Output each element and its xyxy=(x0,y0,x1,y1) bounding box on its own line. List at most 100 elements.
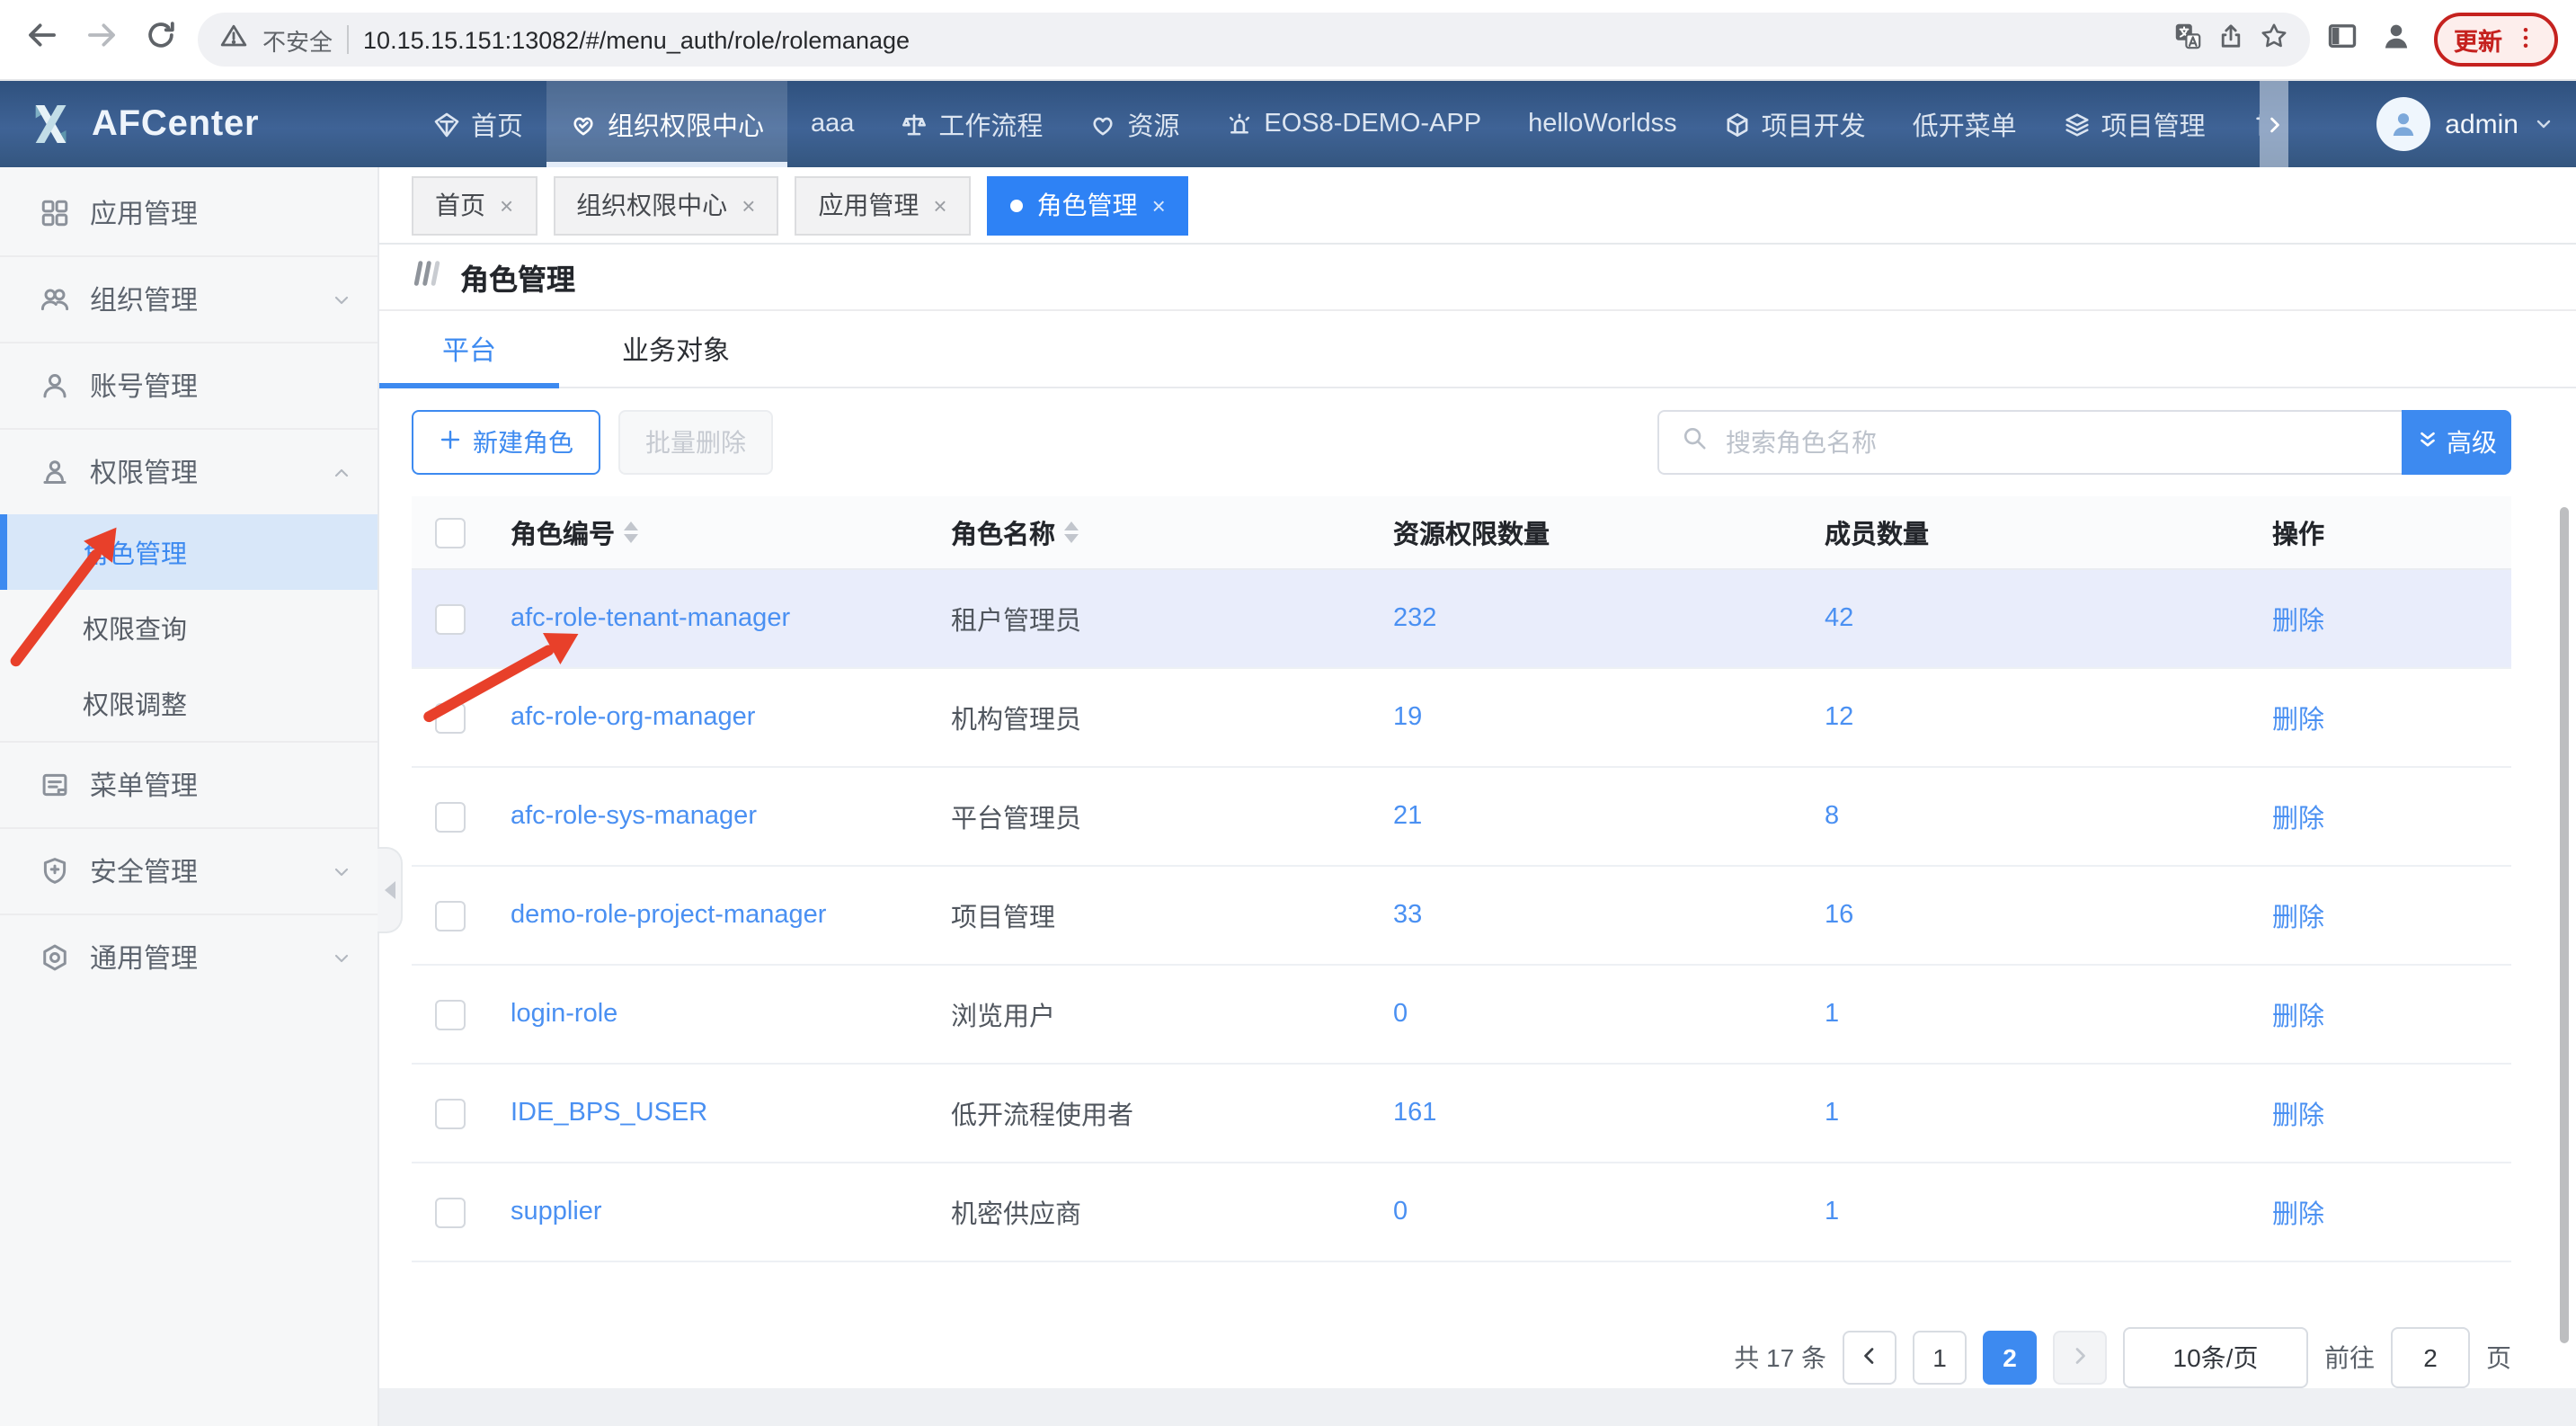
sidebar-item-security-manage[interactable]: 安全管理 xyxy=(0,829,378,914)
tab-home[interactable]: 首页× xyxy=(412,175,537,235)
sidebar-item-org-manage[interactable]: 组织管理 xyxy=(0,257,378,342)
brand[interactable]: AFCenter xyxy=(25,81,259,167)
resource-permission-count-link[interactable]: 161 xyxy=(1393,1099,1436,1127)
header-cell-role-code[interactable]: 角色编号 xyxy=(511,513,951,551)
resource-permission-count-link[interactable]: 21 xyxy=(1393,802,1422,831)
user-menu[interactable]: admin xyxy=(2376,81,2554,167)
row-checkbox[interactable] xyxy=(435,1098,466,1128)
row-checkbox[interactable] xyxy=(435,999,466,1029)
page-button-2[interactable]: 2 xyxy=(1983,1331,2037,1385)
view-tab-business-object[interactable]: 业务对象 xyxy=(559,311,793,387)
delete-link[interactable]: 删除 xyxy=(2272,995,2324,1033)
role-code-link[interactable]: IDE_BPS_USER xyxy=(511,1099,707,1127)
tab-org-auth-center[interactable]: 组织权限中心× xyxy=(553,175,778,235)
next-page-button[interactable] xyxy=(2053,1331,2107,1385)
delete-link[interactable]: 删除 xyxy=(2272,798,2324,835)
member-count-link[interactable]: 16 xyxy=(1825,901,1853,930)
sidebar-item-general-manage[interactable]: 通用管理 xyxy=(0,915,378,1000)
resource-permission-count-link[interactable]: 19 xyxy=(1393,703,1422,732)
role-code-link[interactable]: afc-role-org-manager xyxy=(511,703,755,732)
browser-update-button[interactable]: 更新 xyxy=(2434,13,2558,67)
row-checkbox[interactable] xyxy=(435,801,466,832)
nav-item-aaa[interactable]: aaa xyxy=(787,81,877,167)
sidebar-item-app-manage[interactable]: 应用管理 xyxy=(0,171,378,255)
back-arrow-icon[interactable] xyxy=(25,18,59,61)
member-count-link[interactable]: 1 xyxy=(1825,1000,1839,1029)
role-name-text: 低开流程使用者 xyxy=(951,1094,1133,1132)
resource-permission-count-link[interactable]: 0 xyxy=(1393,1000,1408,1029)
sort-carets-icon[interactable] xyxy=(624,521,638,543)
member-count-link[interactable]: 1 xyxy=(1825,1099,1839,1127)
url-text[interactable]: 10.15.15.151:13082/#/menu_auth/role/role… xyxy=(363,26,2159,53)
member-count-link[interactable]: 42 xyxy=(1825,604,1853,633)
batch-delete-button[interactable]: 批量删除 xyxy=(618,410,773,475)
nav-item-eos8-demo-app[interactable]: EOS8-DEMO-APP xyxy=(1203,81,1505,167)
tab-app-manage[interactable]: 应用管理 × xyxy=(795,175,970,235)
role-code-link[interactable]: demo-role-project-manager xyxy=(511,901,826,930)
nav-item-label: 项目开发 xyxy=(1762,105,1866,143)
tab-close-icon[interactable]: × xyxy=(933,192,946,218)
member-count-link[interactable]: 1 xyxy=(1825,1198,1839,1226)
tab-label: 应用管理 xyxy=(818,187,919,223)
view-tab-platform[interactable]: 平台 xyxy=(379,311,559,387)
row-checkbox[interactable] xyxy=(435,900,466,931)
member-count-link[interactable]: 8 xyxy=(1825,802,1839,831)
tab-close-icon[interactable]: × xyxy=(742,192,755,218)
row-checkbox[interactable] xyxy=(435,1197,466,1227)
page-scrollbar-thumb[interactable] xyxy=(2560,507,2569,1343)
sidebar-item-permission-manage[interactable]: 权限管理 xyxy=(0,430,378,514)
nav-item-project-manage[interactable]: 项目管理 xyxy=(2040,81,2229,167)
resource-permission-count-link[interactable]: 0 xyxy=(1393,1198,1408,1226)
new-role-button[interactable]: 新建角色 xyxy=(412,410,600,475)
member-count-link[interactable]: 12 xyxy=(1825,703,1853,732)
share-icon[interactable] xyxy=(2216,21,2245,58)
page-button-1[interactable]: 1 xyxy=(1913,1331,1967,1385)
sidebar-item-account-manage[interactable]: 账号管理 xyxy=(0,343,378,428)
nav-item-org-auth-center[interactable]: 组织权限中心 xyxy=(546,81,787,167)
delete-link[interactable]: 删除 xyxy=(2272,600,2324,637)
security-warning-icon[interactable] xyxy=(219,21,248,58)
nav-item-home[interactable]: 首页 xyxy=(410,81,546,167)
select-all-checkbox[interactable] xyxy=(435,517,466,548)
search-input[interactable] xyxy=(1722,426,2380,459)
delete-link[interactable]: 删除 xyxy=(2272,1193,2324,1231)
reload-icon[interactable] xyxy=(144,18,178,61)
kebab-menu-icon[interactable] xyxy=(2513,24,2538,55)
advanced-search-button[interactable]: 高级 xyxy=(2402,410,2511,475)
tab-role-manage[interactable]: 角色管理× xyxy=(987,175,1189,235)
browser-profile-icon[interactable] xyxy=(2380,19,2412,60)
header-cell-role-name[interactable]: 角色名称 xyxy=(951,513,1393,551)
role-code-link[interactable]: supplier xyxy=(511,1198,602,1226)
tab-close-icon[interactable]: × xyxy=(1152,192,1166,218)
url-bar[interactable]: 不安全 10.15.15.151:13082/#/menu_auth/role/… xyxy=(198,13,2310,67)
nav-more-expander[interactable] xyxy=(2260,81,2288,167)
nav-item-workflow[interactable]: 工作流程 xyxy=(877,81,1066,167)
resource-permission-count-link[interactable]: 33 xyxy=(1393,901,1422,930)
sidebar-item-permission-adjust[interactable]: 权限调整 xyxy=(0,665,378,741)
nav-item-master-data-manage[interactable]: 主数据管理 xyxy=(2229,81,2260,167)
sidebar-collapse-handle[interactable] xyxy=(378,847,403,933)
delete-link[interactable]: 删除 xyxy=(2272,896,2324,934)
goto-page-input[interactable] xyxy=(2391,1327,2470,1388)
sort-carets-icon[interactable] xyxy=(1064,521,1079,543)
translate-icon[interactable] xyxy=(2173,21,2202,58)
nav-item-lowcode-menu[interactable]: 低开菜单 xyxy=(1889,81,2040,167)
nav-item-project-dev[interactable]: 项目开发 xyxy=(1701,81,1889,167)
sidebar-item-role-manage[interactable]: 角色管理 xyxy=(0,514,378,590)
nav-item-helloworldss[interactable]: helloWorldss xyxy=(1505,81,1701,167)
bookmark-star-icon[interactable] xyxy=(2260,21,2288,58)
security-label[interactable]: 不安全 xyxy=(262,22,333,57)
row-checkbox[interactable] xyxy=(435,603,466,634)
role-code-link[interactable]: login-role xyxy=(511,1000,617,1029)
delete-link[interactable]: 删除 xyxy=(2272,1094,2324,1132)
tab-close-icon[interactable]: × xyxy=(500,192,513,218)
side-panel-icon[interactable] xyxy=(2326,19,2358,60)
delete-link[interactable]: 删除 xyxy=(2272,699,2324,736)
resource-permission-count-link[interactable]: 232 xyxy=(1393,604,1436,633)
nav-item-resource[interactable]: 资源 xyxy=(1066,81,1203,167)
page-size-select[interactable]: 10条/页 xyxy=(2123,1327,2308,1388)
sidebar-item-menu-manage[interactable]: 菜单管理 xyxy=(0,743,378,827)
prev-page-button[interactable] xyxy=(1843,1331,1896,1385)
role-code-link[interactable]: afc-role-sys-manager xyxy=(511,802,757,831)
forward-arrow-icon[interactable] xyxy=(84,18,119,61)
